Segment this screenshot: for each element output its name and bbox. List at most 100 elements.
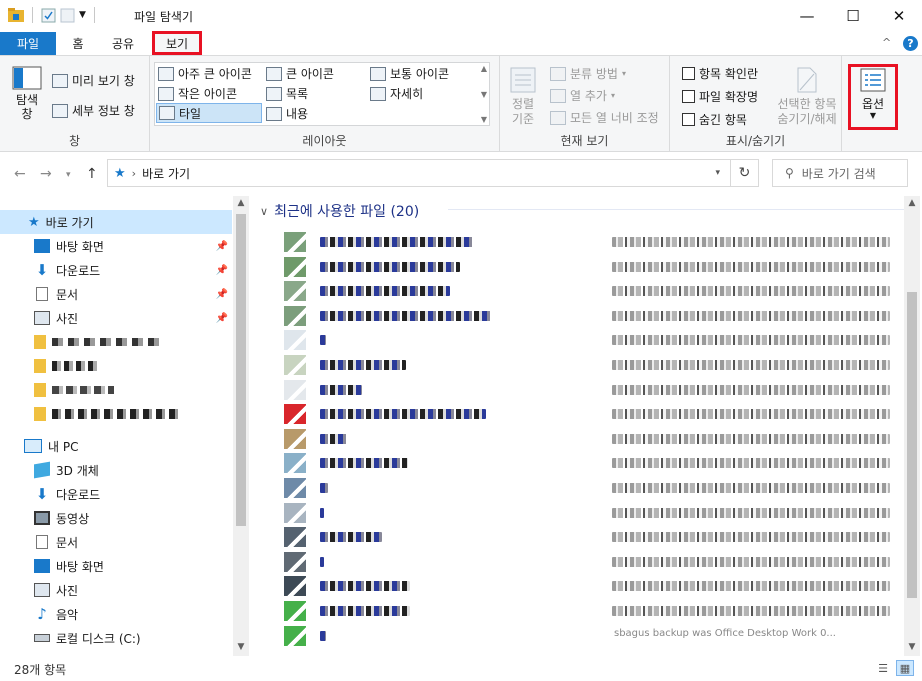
details-pane-button[interactable]: 세부 정보 창 [52, 102, 135, 119]
add-columns-button[interactable]: 열 추가 ▾ [550, 87, 615, 104]
tiles-view-button[interactable]: 타일 [156, 103, 262, 123]
tab-share[interactable]: 공유 [104, 32, 142, 55]
file-extensions-checkbox[interactable] [682, 90, 695, 103]
file-row[interactable] [284, 230, 898, 254]
hidden-items-toggle[interactable]: 숨긴 항목 [682, 111, 747, 128]
group-header-recent-files[interactable]: ∨ 최근에 사용한 파일 (20) [260, 201, 419, 221]
address-bar[interactable]: ★ › 바로 가기 ▾ [107, 159, 731, 187]
item-check-boxes-toggle[interactable]: 항목 확인란 [682, 65, 758, 82]
nav-item-folder[interactable] [0, 354, 232, 378]
scroll-down-icon[interactable]: ▼ [233, 642, 249, 652]
extra-large-icons-button[interactable]: 아주 큰 아이콘 [158, 65, 252, 82]
tab-file[interactable]: 파일 [0, 32, 56, 55]
hide-selected-button[interactable]: 선택한 항목 숨기기/해제 [772, 66, 842, 127]
file-extensions-toggle[interactable]: 파일 확장명 [682, 88, 758, 105]
file-row[interactable] [284, 353, 898, 377]
item-check-boxes-checkbox[interactable] [682, 67, 695, 80]
file-row[interactable] [284, 427, 898, 451]
minimize-button[interactable]: — [784, 0, 830, 32]
refresh-button[interactable]: ↻ [731, 159, 759, 187]
nav-pane-button[interactable]: 탐색 창 [10, 66, 44, 121]
close-button[interactable]: ✕ [876, 0, 922, 32]
large-icons-button[interactable]: 큰 아이콘 [266, 65, 334, 82]
file-row[interactable] [284, 279, 898, 303]
nav-item-pc-pictures[interactable]: 사진 [0, 578, 232, 602]
scroll-up-icon[interactable]: ▲ [233, 198, 249, 208]
search-box[interactable]: ⚲ 바로 가기 검색 [772, 159, 908, 187]
file-row[interactable] [284, 574, 898, 598]
nav-item-folder[interactable] [0, 402, 232, 426]
tab-home[interactable]: 홈 [62, 32, 94, 55]
nav-item-pc-downloads[interactable]: ⬇ 다운로드 [0, 482, 232, 506]
gallery-expand-icon[interactable]: ▼ [481, 115, 487, 124]
layout-gallery-scroll[interactable]: ▲ ▼ ▼ [478, 64, 490, 124]
new-folder-icon[interactable] [60, 8, 75, 23]
file-row[interactable] [284, 476, 898, 500]
nav-pane-scrollbar[interactable]: ▲ ▼ [233, 196, 249, 656]
scroll-down-icon[interactable]: ▼ [904, 642, 920, 652]
scroll-up-icon[interactable]: ▲ [481, 64, 487, 73]
back-arrow-icon[interactable]: ← [14, 166, 26, 182]
nav-item-videos[interactable]: 동영상 [0, 506, 232, 530]
nav-item-desktop[interactable]: 바탕 화면 📌 [0, 234, 232, 258]
tab-view[interactable]: 보기 [152, 31, 202, 55]
file-row[interactable] [284, 501, 898, 525]
details-view-button[interactable]: 자세히 [370, 85, 423, 102]
recent-locations-icon[interactable]: ▾ [66, 170, 71, 180]
group-by-button[interactable]: 분류 방법 ▾ [550, 65, 626, 82]
scroll-up-icon[interactable]: ▲ [904, 198, 920, 208]
size-all-columns-button[interactable]: 모든 열 너비 조정 [550, 109, 659, 126]
pin-icon[interactable]: 📌 [216, 241, 228, 252]
nav-item-music[interactable]: ♪ 음악 [0, 602, 232, 626]
content-scroll-thumb[interactable] [907, 292, 917, 598]
list-view-button[interactable]: 목록 [266, 85, 308, 102]
pin-icon[interactable]: 📌 [216, 289, 228, 300]
nav-item-documents[interactable]: 문서 📌 [0, 282, 232, 306]
nav-item-local-disk[interactable]: 로컬 디스크 (C:) [0, 626, 232, 650]
nav-item-pc-documents[interactable]: 문서 [0, 530, 232, 554]
preview-pane-button[interactable]: 미리 보기 창 [52, 72, 135, 89]
content-view-button[interactable]: 내용 [266, 105, 308, 122]
small-icons-button[interactable]: 작은 아이콘 [158, 85, 237, 102]
details-view-toggle[interactable]: ☰ [874, 660, 892, 676]
file-row[interactable] [284, 599, 898, 623]
scroll-down-icon[interactable]: ▼ [481, 90, 487, 99]
content-scrollbar[interactable]: ▲ ▼ [904, 196, 920, 656]
medium-icons-button[interactable]: 보통 아이콘 [370, 65, 449, 82]
address-dropdown-icon[interactable]: ▾ [715, 168, 720, 178]
file-row[interactable] [284, 402, 898, 426]
collapse-ribbon-icon[interactable]: ^ [882, 36, 891, 49]
nav-item-3d-objects[interactable]: 3D 개체 [0, 458, 232, 482]
nav-item-folder[interactable] [0, 378, 232, 402]
maximize-button[interactable]: ☐ [830, 0, 876, 32]
file-row[interactable]: sbagus backup was Office Desktop Work 0.… [284, 624, 898, 648]
breadcrumb-quick-access[interactable]: 바로 가기 [142, 165, 190, 182]
hidden-items-checkbox[interactable] [682, 113, 695, 126]
nav-item-pc-desktop[interactable]: 바탕 화면 [0, 554, 232, 578]
pin-icon[interactable]: 📌 [216, 313, 228, 324]
tiles-view-toggle[interactable]: ▦ [896, 660, 914, 676]
options-button[interactable]: 옵션 ▼ [851, 68, 895, 120]
nav-pane-scroll-thumb[interactable] [236, 214, 246, 526]
file-row[interactable] [284, 451, 898, 475]
file-row[interactable] [284, 255, 898, 279]
file-row[interactable] [284, 550, 898, 574]
file-row[interactable] [284, 328, 898, 352]
help-icon[interactable]: ? [903, 36, 918, 51]
qat-dropdown-icon[interactable]: ▼ [79, 10, 86, 20]
breadcrumb-chevron-icon[interactable]: › [132, 167, 136, 180]
pin-icon[interactable]: 📌 [216, 265, 228, 276]
file-row[interactable] [284, 378, 898, 402]
chevron-down-icon[interactable]: ∨ [260, 205, 268, 218]
up-arrow-icon[interactable]: ↑ [86, 166, 98, 182]
nav-item-this-pc[interactable]: 내 PC [0, 434, 232, 458]
sort-by-button[interactable]: 정렬 기준 [506, 66, 540, 127]
file-row[interactable] [284, 525, 898, 549]
nav-item-downloads[interactable]: ⬇ 다운로드 📌 [0, 258, 232, 282]
nav-item-pictures[interactable]: 사진 📌 [0, 306, 232, 330]
forward-arrow-icon[interactable]: → [40, 166, 52, 182]
nav-item-quick-access[interactable]: ★ 바로 가기 [0, 210, 232, 234]
file-row[interactable] [284, 304, 898, 328]
nav-item-folder[interactable] [0, 330, 232, 354]
properties-icon[interactable] [41, 8, 56, 23]
